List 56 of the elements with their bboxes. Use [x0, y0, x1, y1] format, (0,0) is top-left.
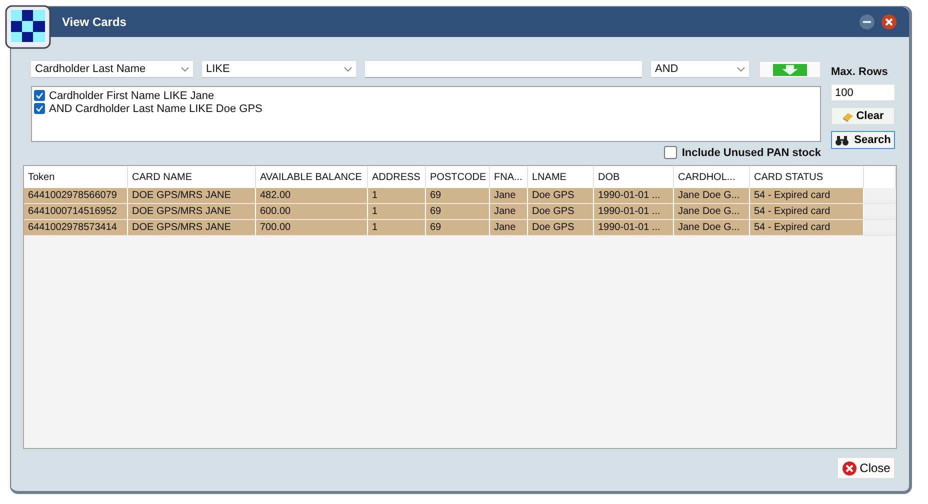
- close-button[interactable]: Close: [837, 457, 895, 479]
- table-cell: Doe GPS: [528, 204, 594, 219]
- table-cell: Doe GPS: [528, 188, 594, 203]
- table-cell: Doe GPS: [528, 220, 594, 235]
- condition-text: AND Cardholder Last Name LIKE Doe GPS: [49, 102, 262, 114]
- eraser-icon: [842, 110, 854, 122]
- table-cell: 482.00: [256, 188, 368, 203]
- search-button[interactable]: Search: [831, 131, 895, 149]
- table-cell: DOE GPS/MRS JANE: [128, 220, 256, 235]
- value-input-field[interactable]: [365, 61, 642, 78]
- table-cell: 6441000714516952: [24, 204, 128, 219]
- app-logo-icon: [5, 5, 51, 49]
- close-icon: [842, 460, 857, 476]
- chevron-down-icon: [181, 66, 189, 72]
- window-title: View Cards: [62, 15, 126, 29]
- checkbox[interactable]: [34, 103, 45, 114]
- chevron-down-icon: [737, 66, 745, 72]
- checkbox[interactable]: [34, 90, 45, 101]
- chevron-down-icon: [344, 66, 352, 72]
- table-cell: 1990-01-01 ...: [594, 188, 674, 203]
- table-cell: 69: [426, 188, 490, 203]
- clear-button[interactable]: Clear: [831, 107, 895, 125]
- table-cell: 1: [368, 204, 426, 219]
- table-cell: 69: [426, 220, 490, 235]
- checkbox[interactable]: [664, 146, 677, 159]
- table-cell: Jane: [490, 188, 528, 203]
- add-condition-button[interactable]: [759, 61, 821, 78]
- table-cell: 1990-01-01 ...: [594, 204, 674, 219]
- join-dropdown[interactable]: AND: [651, 61, 749, 78]
- table-cell: 700.00: [256, 220, 368, 235]
- table-row[interactable]: 6441000714516952 DOE GPS/MRS JANE 600.00 1 69 Jane Doe GPS 1990-01-01 ... Jane Doe G... 54 - Expired card: [24, 204, 896, 220]
- table-cell: Jane: [490, 204, 528, 219]
- binoculars-icon: [835, 134, 850, 146]
- table-cell: DOE GPS/MRS JANE: [128, 188, 256, 203]
- table-cell: Jane Doe G...: [674, 204, 750, 219]
- table-row[interactable]: 6441002978566079 DOE GPS/MRS JANE 482.00 1 69 Jane Doe GPS 1990-01-01 ... Jane Doe G... 54 - Expired card: [24, 188, 896, 204]
- table-cell: 600.00: [256, 204, 368, 219]
- condition-text: Cardholder First Name LIKE Jane: [49, 90, 214, 102]
- checkbox-label: Include Unused PAN stock: [682, 146, 821, 158]
- operator-dropdown[interactable]: LIKE: [202, 61, 356, 78]
- table-cell: DOE GPS/MRS JANE: [128, 204, 256, 219]
- table-row[interactable]: 6441002978573414 DOE GPS/MRS JANE 700.00 1 69 Jane Doe GPS 1990-01-01 ... Jane Doe G... 54 - Expired card: [24, 220, 896, 236]
- table-cell: 69: [426, 204, 490, 219]
- max-rows-field[interactable]: 100: [831, 84, 895, 101]
- table-cell: Jane Doe G...: [674, 188, 750, 203]
- table-cell: 6441002978573414: [24, 220, 128, 235]
- table-cell: 1: [368, 188, 426, 203]
- table-cell: 6441002978566079: [24, 188, 128, 203]
- max-rows-label: Max. Rows: [831, 66, 889, 78]
- table-cell: 1: [368, 220, 426, 235]
- close-button[interactable]: [881, 14, 897, 30]
- table-cell: Jane: [490, 220, 528, 235]
- table-cell: Jane Doe G...: [674, 220, 750, 235]
- table-cell: 1990-01-01 ...: [594, 220, 674, 235]
- field-dropdown[interactable]: Cardholder Last Name: [31, 61, 193, 78]
- minimize-button[interactable]: [859, 14, 875, 30]
